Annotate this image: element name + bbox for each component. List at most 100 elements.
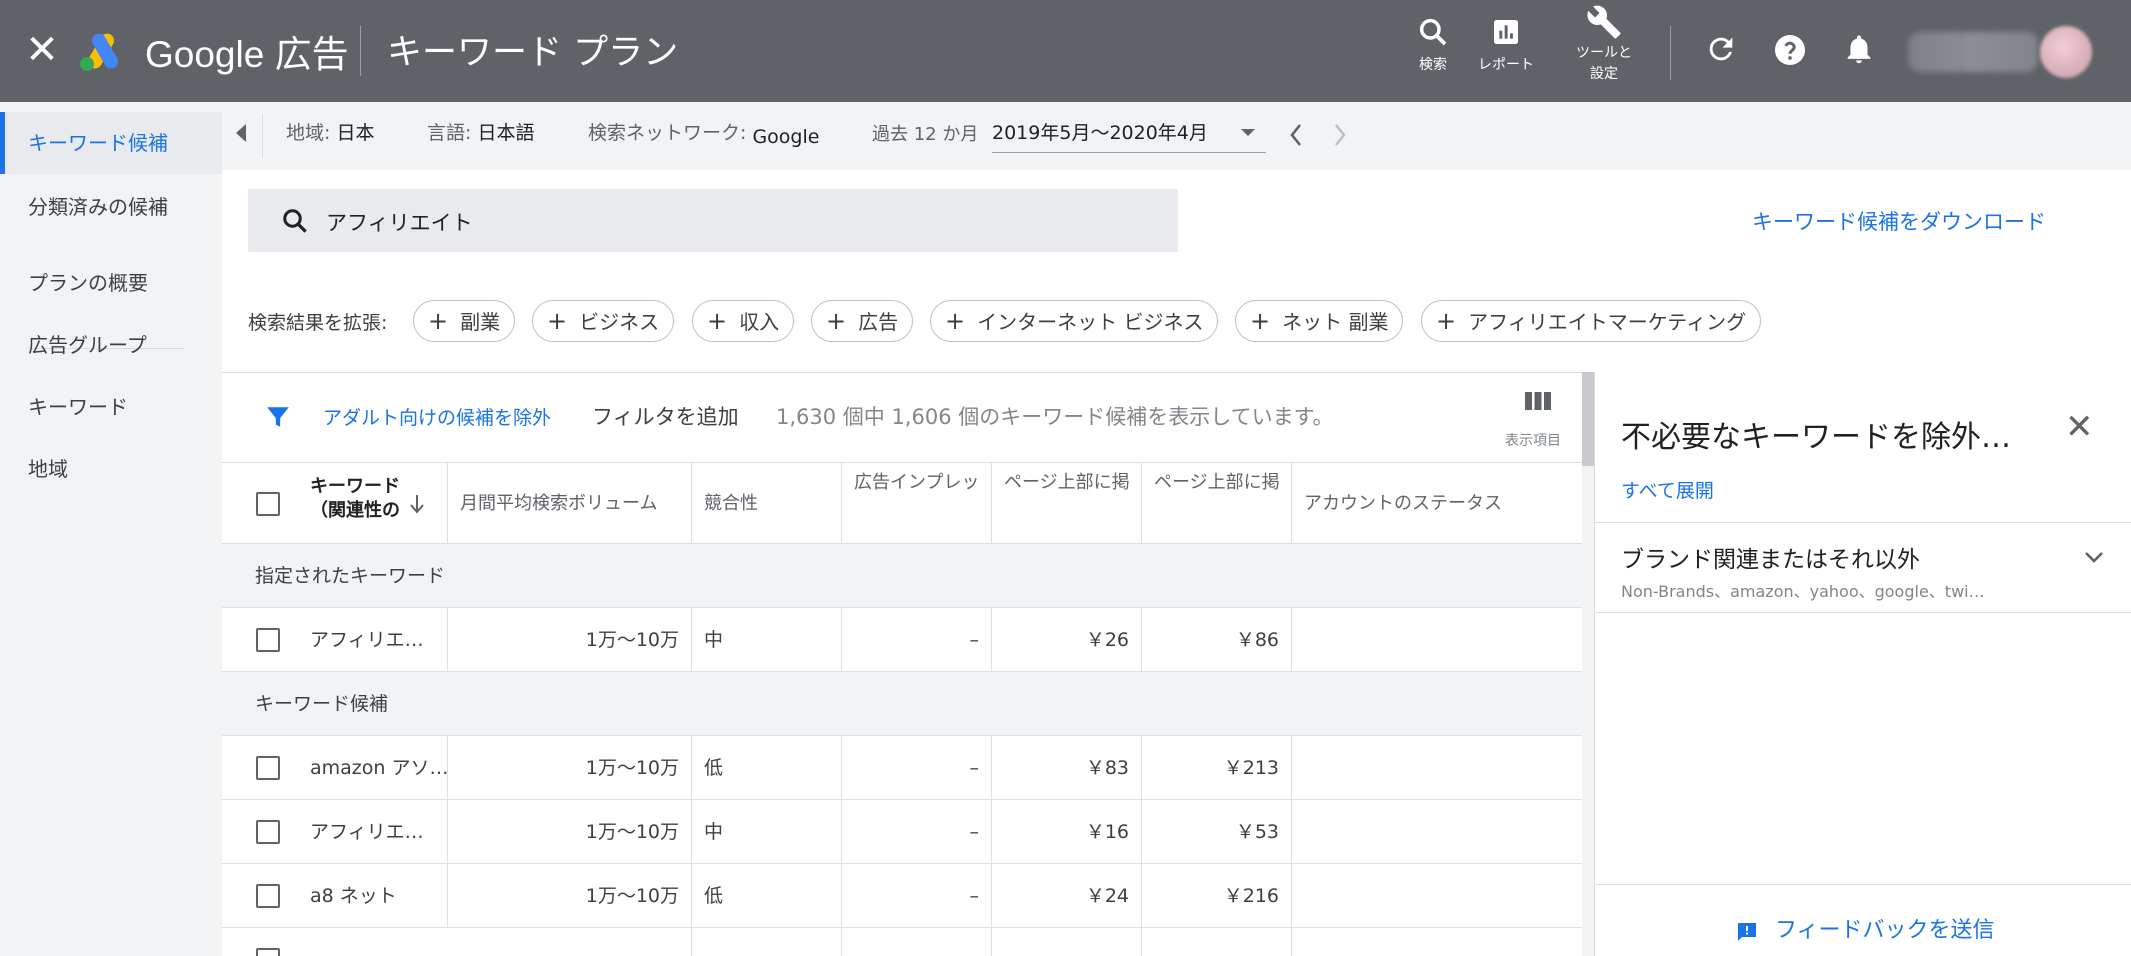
table-row[interactable] (222, 928, 1582, 956)
header-keyword-cell[interactable]: キーワード （関連性の (222, 463, 448, 545)
nav-item-keyword-ideas[interactable]: キーワード候補 (0, 112, 222, 174)
targeting-criteria-bar: 地域: 日本 言語: 日本語 検索ネットワーク: Google 過去 12 か月… (222, 102, 2131, 170)
location-setting[interactable]: 地域: 日本 (286, 118, 374, 145)
volume-cell: 1万～10万 (448, 864, 692, 928)
scrollbar-thumb[interactable] (1582, 372, 1594, 466)
header-keyword-line2: （関連性の (310, 500, 400, 521)
table-row[interactable]: amazon アソ… 1万～10万 低 – ￥83 ￥213 (222, 736, 1582, 800)
panel-title: 不必要なキーワードを除外… (1621, 420, 2011, 455)
impression-cell: – (842, 800, 992, 864)
row-checkbox[interactable] (256, 820, 280, 844)
chevron-down-icon[interactable] (2083, 550, 2105, 564)
chip-label: インターネット ビジネス (977, 310, 1204, 334)
bid-low-cell: ￥16 (992, 800, 1142, 864)
row-checkbox[interactable] (256, 628, 280, 652)
nav-item-grouped-ideas[interactable]: 分類済みの候補 (0, 176, 222, 238)
keyword-ideas-table: キーワード （関連性の 月間平均検索ボリューム 競合性 広告インプレッ ページ上… (222, 462, 1582, 956)
reports-button[interactable]: レポート (1470, 16, 1542, 75)
status-cell (1292, 608, 1582, 672)
previous-period-icon[interactable] (1288, 122, 1304, 148)
header-competition[interactable]: 競合性 (692, 463, 842, 545)
header-top-bid-high[interactable]: ページ上部に掲 (1142, 463, 1292, 545)
nav-item-plan-overview[interactable]: プランの概要 (0, 252, 222, 314)
close-icon[interactable]: ✕ (2065, 410, 2094, 444)
competition-cell: 低 (692, 864, 842, 928)
broaden-chip[interactable]: + 収入 (692, 300, 795, 342)
exclude-adult-ideas-link[interactable]: アダルト向けの候補を除外 (323, 403, 551, 430)
header-search-volume[interactable]: 月間平均検索ボリューム (448, 463, 692, 545)
google-ads-logo (80, 33, 118, 71)
add-filter-button[interactable]: フィルタを追加 (592, 401, 739, 431)
notifications-bell-icon[interactable] (1842, 32, 1876, 66)
search-query: アフィリエイト (326, 211, 473, 235)
brand-section-summary: Non-Brands、amazon、yahoo、google、twi… (1621, 582, 1985, 601)
send-feedback-link[interactable]: フィードバックを送信 (1775, 912, 1995, 944)
select-all-checkbox[interactable] (256, 492, 280, 516)
next-period-icon[interactable] (1332, 122, 1348, 148)
divider (1670, 26, 1671, 80)
results-count: 1,630 個中 1,606 個のキーワード候補を表示しています。 (776, 405, 1334, 429)
broaden-chip[interactable]: + 広告 (811, 300, 914, 342)
broaden-chip[interactable]: + ネット 副業 (1235, 300, 1404, 342)
group-header-ideas: キーワード候補 (222, 672, 1582, 736)
avatar[interactable] (2040, 26, 2092, 78)
account-name[interactable] (1908, 32, 2038, 72)
language-setting[interactable]: 言語: 日本語 (427, 118, 534, 145)
header-account-status[interactable]: アカウントのステータス (1292, 463, 1582, 545)
plus-icon: + (945, 307, 966, 335)
plus-icon: + (428, 307, 449, 335)
divider (1595, 612, 2131, 613)
competition-cell: 中 (692, 800, 842, 864)
row-checkbox[interactable] (256, 948, 280, 956)
location-label: 地域: (286, 122, 331, 144)
columns-button-label: 表示項目 (1505, 433, 1561, 449)
header-impression-share[interactable]: 広告インプレッ (842, 463, 992, 545)
language-value: 日本語 (477, 122, 535, 144)
broaden-chip[interactable]: + 副業 (413, 300, 516, 342)
columns-icon[interactable] (1524, 390, 1552, 414)
broaden-chip[interactable]: + ビジネス (532, 300, 675, 342)
dropdown-arrow-icon[interactable] (1240, 128, 1256, 138)
period-label: 過去 12 か月 (872, 124, 979, 145)
row-checkbox[interactable] (256, 756, 280, 780)
divider (1595, 522, 2131, 523)
row-checkbox[interactable] (256, 884, 280, 908)
header-keyword-line1: キーワード (310, 476, 400, 497)
broaden-chip[interactable]: + アフィリエイトマーケティング (1421, 300, 1762, 342)
chip-label: ネット 副業 (1282, 310, 1389, 334)
refresh-icon[interactable] (1704, 32, 1738, 66)
nav-item-keywords[interactable]: キーワード (0, 376, 222, 438)
header-keyword: キーワード （関連性の (310, 475, 400, 523)
brand-section-title[interactable]: ブランド関連またはそれ以外 (1621, 540, 1920, 574)
plus-icon: + (707, 307, 728, 335)
broaden-chip[interactable]: + インターネット ビジネス (930, 300, 1219, 342)
close-icon[interactable]: ✕ (22, 28, 62, 72)
sort-down-arrow-icon[interactable] (408, 493, 426, 515)
table-row[interactable]: a8 ネット 1万～10万 低 – ￥24 ￥216 (222, 864, 1582, 928)
chip-label: ビジネス (579, 310, 660, 334)
volume-cell: 1万～10万 (448, 800, 692, 864)
tools-button[interactable]: ツールと 設定 (1566, 4, 1642, 84)
plus-icon: + (1436, 307, 1457, 335)
collapse-nav-icon[interactable] (236, 124, 246, 142)
impression-cell (842, 928, 992, 956)
nav-item-locations[interactable]: 地域 (0, 438, 222, 500)
keyword-search-input[interactable]: アフィリエイト (248, 189, 1178, 252)
location-value: 日本 (336, 122, 375, 144)
network-setting[interactable]: 検索ネットワーク: Google (588, 118, 819, 148)
expand-all-link[interactable]: すべて展開 (1621, 476, 1714, 503)
table-row[interactable]: アフィリエ… 1万～10万 中 – ￥26 ￥86 (222, 608, 1582, 672)
search-button[interactable]: 検索 (1405, 16, 1461, 75)
filter-icon[interactable] (265, 404, 291, 430)
tools-label-line2: 設定 (1590, 66, 1618, 82)
nav-item-ad-groups[interactable]: 広告グループ (0, 314, 222, 376)
group-header-provided: 指定されたキーワード (222, 544, 1582, 608)
status-cell (1292, 864, 1582, 928)
download-keyword-ideas-link[interactable]: キーワード候補をダウンロード (1752, 206, 2046, 236)
help-icon[interactable] (1772, 32, 1808, 68)
table-row[interactable]: アフィリエ… 1万～10万 中 – ￥16 ￥53 (222, 800, 1582, 864)
date-range-select[interactable]: 2019年5月～2020年4月 (992, 118, 1208, 145)
header-top-bid-low[interactable]: ページ上部に掲 (992, 463, 1142, 545)
competition-cell (692, 928, 842, 956)
plus-icon: + (547, 307, 568, 335)
